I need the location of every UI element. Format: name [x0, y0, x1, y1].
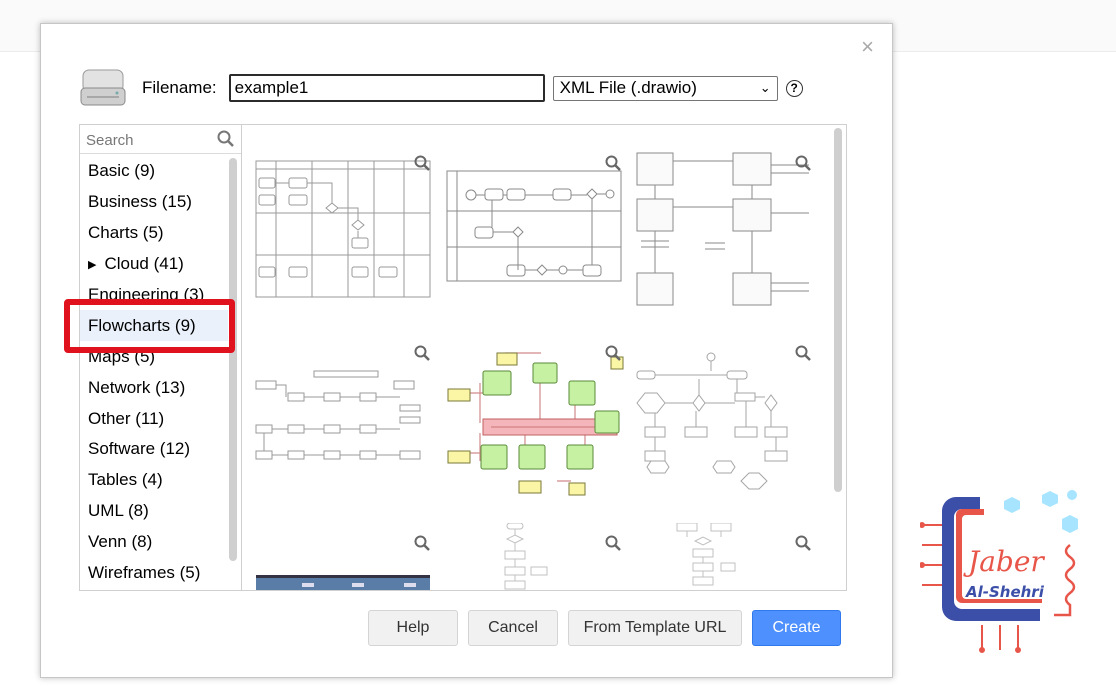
screenshot-template-preview [256, 575, 430, 590]
category-item-engineering[interactable]: Engineering (3) [80, 280, 228, 311]
watermark-name: Jaber [963, 545, 1045, 578]
create-button[interactable]: Create [752, 610, 841, 646]
category-item-wireframes[interactable]: Wireframes (5) [80, 558, 228, 589]
category-item-charts[interactable]: Charts (5) [80, 218, 228, 249]
zoom-icon[interactable] [414, 535, 430, 551]
watermark-logo: Jaber Al-Shehri [920, 490, 1078, 653]
new-diagram-dialog: × Filename: XML File (.drawio) ⌄ ? Basic… [40, 23, 893, 678]
chevron-down-icon: ⌄ [759, 80, 771, 95]
template-thumbnail[interactable] [445, 523, 631, 590]
category-item-software[interactable]: Software (12) [80, 434, 228, 465]
zoom-icon[interactable] [414, 345, 430, 361]
format-select-value: XML File (.drawio) [559, 78, 697, 97]
vertical-flowchart-preview [504, 523, 548, 590]
expand-arrow-icon[interactable]: ▶ [88, 258, 96, 271]
watermark-surname: Al-Shehri [965, 583, 1045, 601]
sidebar-scrollbar[interactable] [229, 158, 237, 561]
template-thumbnail[interactable] [254, 523, 440, 590]
filename-label: Filename: [142, 78, 217, 97]
colored-system-diagram-preview [447, 352, 624, 496]
decision-flowchart-preview [636, 352, 788, 490]
template-scrollbar[interactable] [834, 128, 842, 492]
filename-input[interactable] [228, 74, 545, 102]
search-input[interactable] [84, 129, 214, 151]
category-item-uml[interactable]: UML (8) [80, 496, 228, 527]
zoom-icon[interactable] [605, 345, 621, 361]
category-item-network[interactable]: Network (13) [80, 372, 228, 403]
search-box [80, 125, 241, 154]
template-thumbnail[interactable] [635, 523, 821, 590]
template-thumbnail[interactable] [635, 333, 821, 519]
help-button[interactable]: Help [368, 610, 458, 646]
from-template-url-button[interactable]: From Template URL [568, 610, 742, 646]
close-icon[interactable]: × [861, 36, 874, 58]
category-list: Basic (9) Business (15) Charts (5) ▶ Clou… [80, 156, 228, 588]
swimlane-flowchart-preview [255, 160, 431, 298]
category-item-maps[interactable]: Maps (5) [80, 341, 228, 372]
zoom-icon[interactable] [795, 155, 811, 171]
zoom-icon[interactable] [795, 535, 811, 551]
help-icon[interactable]: ? [785, 79, 803, 97]
filename-row: Filename: XML File (.drawio) ⌄ ? [79, 68, 803, 108]
zoom-icon[interactable] [605, 155, 621, 171]
category-item-tables[interactable]: Tables (4) [80, 465, 228, 496]
drive-icon [80, 69, 126, 106]
template-thumbnail[interactable] [635, 143, 821, 329]
category-item-basic[interactable]: Basic (9) [80, 156, 228, 187]
category-item-cloud[interactable]: ▶ Cloud (41) [80, 249, 228, 280]
category-item-other[interactable]: Other (11) [80, 403, 228, 434]
process-flow-preview [255, 370, 421, 460]
category-sidebar: Basic (9) Business (15) Charts (5) ▶Clou… [79, 124, 242, 591]
zoom-icon[interactable] [605, 535, 621, 551]
template-thumbnail[interactable] [254, 333, 440, 519]
data-flow-preview [636, 152, 809, 306]
vertical-process-preview [676, 523, 736, 586]
zoom-icon[interactable] [795, 345, 811, 361]
bpmn-flowchart-preview [446, 170, 622, 282]
search-icon[interactable] [217, 130, 235, 148]
cancel-button[interactable]: Cancel [468, 610, 558, 646]
template-thumbnail[interactable] [445, 143, 631, 329]
template-grid [242, 124, 847, 591]
zoom-icon[interactable] [414, 155, 430, 171]
format-select[interactable]: XML File (.drawio) ⌄ [552, 75, 778, 101]
category-item-flowcharts[interactable]: Flowcharts (9) [80, 310, 228, 342]
template-thumbnail[interactable] [254, 143, 440, 329]
category-item-venn[interactable]: Venn (8) [80, 527, 228, 558]
template-thumbnail[interactable] [445, 333, 631, 519]
category-item-business[interactable]: Business (15) [80, 187, 228, 218]
